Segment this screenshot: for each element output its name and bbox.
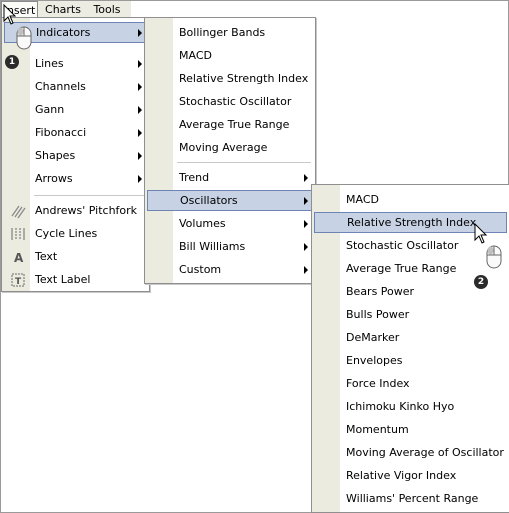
menubar-charts[interactable]: Charts — [45, 1, 81, 18]
menu-item-label: Moving Average of Oscillator — [346, 446, 504, 459]
menu-item-label: Bulls Power — [346, 308, 410, 321]
menu-item-shapes[interactable]: Shapes — [4, 145, 147, 166]
step-1-badge: 1 — [5, 55, 19, 69]
submenu-arrow-icon — [304, 197, 308, 205]
menu-item-ichimoku-kinko-hyo[interactable]: Ichimoku Kinko Hyo — [314, 396, 507, 417]
svg-text:T: T — [15, 277, 22, 287]
insert-menu: Indicators Lines Channels Gann Fibonacci… — [1, 17, 150, 292]
menu-item-label: Average True Range — [179, 118, 290, 131]
menu-item-label: Fibonacci — [35, 126, 87, 139]
menu-item-label: Envelopes — [346, 354, 403, 367]
submenu-arrow-icon — [304, 174, 308, 182]
menu-item-fibonacci[interactable]: Fibonacci — [4, 122, 147, 143]
menu-item-label: Cycle Lines — [35, 227, 98, 240]
submenu-arrow-icon — [138, 60, 142, 68]
menu-item-momentum[interactable]: Momentum — [314, 419, 507, 440]
menu-item-label: Moving Average — [179, 141, 268, 154]
menu-item-label: Lines — [35, 57, 64, 70]
menu-item-label: Relative Strength Index — [179, 72, 309, 85]
menu-item-text[interactable]: A Text — [4, 246, 147, 267]
cycle-lines-icon — [11, 228, 25, 240]
menu-separator — [177, 162, 311, 163]
menu-item-williams-percent-range[interactable]: Williams' Percent Range — [314, 488, 507, 509]
menu-item-gann[interactable]: Gann — [4, 99, 147, 120]
menu-item-label: Force Index — [346, 377, 410, 390]
menu-item-average-true-range[interactable]: Average True Range — [147, 114, 313, 135]
mouse-pointer-icon — [3, 4, 17, 25]
menu-item-label: Stochastic Oscillator — [346, 239, 459, 252]
menu-item-force-index[interactable]: Force Index — [314, 373, 507, 394]
menu-item-label: Relative Strength Index — [347, 216, 477, 229]
menu-item-label: Gann — [35, 103, 65, 116]
pitchfork-icon — [11, 205, 26, 219]
menu-item-arrows[interactable]: Arrows — [4, 168, 147, 189]
submenu-arrow-icon — [138, 83, 142, 91]
menu-item-moving-average[interactable]: Moving Average — [147, 137, 313, 158]
menu-item-label: Bill Williams — [179, 240, 246, 253]
menu-item-label: Volumes — [179, 217, 226, 230]
menu-item-label: Oscillators — [180, 194, 238, 207]
menu-item-andrews-pitchfork[interactable]: Andrews' Pitchfork — [4, 200, 147, 221]
menu-item-bollinger-bands[interactable]: Bollinger Bands — [147, 22, 313, 43]
menu-item-label: Text Label — [35, 273, 91, 286]
mouse-click-icon — [486, 245, 502, 269]
menu-item-stochastic-oscillator[interactable]: Stochastic Oscillator — [147, 91, 313, 112]
menu-item-oscillators[interactable]: Oscillators — [147, 190, 313, 211]
menu-item-label: Text — [35, 250, 58, 263]
svg-text:A: A — [14, 251, 24, 265]
submenu-arrow-icon — [138, 129, 142, 137]
mouse-pointer-icon — [474, 223, 488, 244]
menu-item-text-label[interactable]: T Text Label — [4, 269, 147, 290]
menu-item-volumes[interactable]: Volumes — [147, 213, 313, 234]
menu-item-label: Williams' Percent Range — [346, 492, 479, 505]
menu-item-custom[interactable]: Custom — [147, 259, 313, 280]
menu-item-label: Relative Vigor Index — [346, 469, 457, 482]
submenu-arrow-icon — [138, 175, 142, 183]
menu-item-channels[interactable]: Channels — [4, 76, 147, 97]
menu-item-cycle-lines[interactable]: Cycle Lines — [4, 223, 147, 244]
menu-item-moving-average-of-oscillator[interactable]: Moving Average of Oscillator — [314, 442, 507, 463]
menu-item-label: Shapes — [35, 149, 76, 162]
menu-item-label: Bears Power — [346, 285, 415, 298]
mouse-click-icon — [16, 26, 32, 50]
menu-item-envelopes[interactable]: Envelopes — [314, 350, 507, 371]
menubar: Insert Charts Tools — [1, 1, 131, 18]
menu-item-label: Ichimoku Kinko Hyo — [346, 400, 455, 413]
menu-item-label: Arrows — [35, 172, 73, 185]
submenu-arrow-icon — [304, 220, 308, 228]
submenu-arrow-icon — [138, 106, 142, 114]
menu-item-trend[interactable]: Trend — [147, 167, 313, 188]
menubar-tools[interactable]: Tools — [89, 1, 125, 18]
menu-item-label: DeMarker — [346, 331, 400, 344]
menu-separator — [34, 195, 145, 196]
indicators-submenu: Bollinger Bands MACD Relative Strength I… — [144, 17, 316, 284]
submenu-arrow-icon — [138, 152, 142, 160]
menu-item-label: Indicators — [36, 26, 91, 39]
menu-item-lines[interactable]: Lines — [4, 53, 147, 74]
menu-item-label: Trend — [179, 171, 210, 184]
menu-item-demarker[interactable]: DeMarker — [314, 327, 507, 348]
menu-item-relative-strength-index[interactable]: Relative Strength Index — [147, 68, 313, 89]
submenu-arrow-icon — [304, 266, 308, 274]
menu-item-label: Momentum — [346, 423, 409, 436]
menu-item-relative-vigor-index[interactable]: Relative Vigor Index — [314, 465, 507, 486]
menu-item-macd[interactable]: MACD — [314, 189, 507, 210]
menu-item-label: Andrews' Pitchfork — [35, 204, 138, 217]
menu-item-label: Channels — [35, 80, 86, 93]
menu-item-bill-williams[interactable]: Bill Williams — [147, 236, 313, 257]
submenu-arrow-icon — [138, 29, 142, 37]
submenu-arrow-icon — [304, 243, 308, 251]
menu-item-label: MACD — [179, 49, 212, 62]
menu-item-label: Average True Range — [346, 262, 457, 275]
text-icon: A — [14, 251, 24, 265]
text-label-icon: T — [11, 273, 25, 287]
menu-item-label: MACD — [346, 193, 379, 206]
menu-item-macd[interactable]: MACD — [147, 45, 313, 66]
menu-item-bulls-power[interactable]: Bulls Power — [314, 304, 507, 325]
menu-item-label: Bollinger Bands — [179, 26, 266, 39]
menu-item-label: Stochastic Oscillator — [179, 95, 292, 108]
step-2-badge: 2 — [474, 275, 488, 289]
menu-item-label: Custom — [179, 263, 222, 276]
